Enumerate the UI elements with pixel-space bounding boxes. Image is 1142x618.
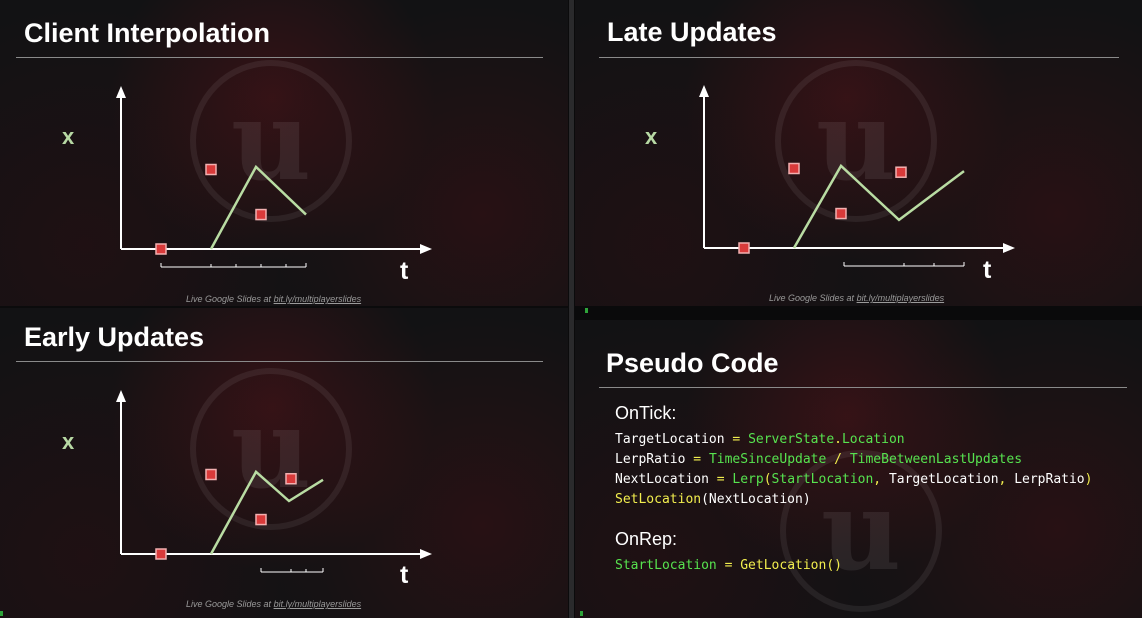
slide-early-updates: u Early Updates x t Live Google Slides a…	[0, 308, 568, 618]
panel-divider-horizontal	[575, 306, 1142, 320]
code-token: (NextLocation)	[701, 492, 811, 507]
code-line: StartLocation = GetLocation()	[615, 556, 842, 576]
slide-pseudo-code: u Pseudo Code OnTick: TargetLocation = S…	[575, 320, 1142, 618]
server-update-marker	[155, 548, 167, 560]
footer-text: Live Google Slides at	[186, 599, 274, 609]
x-axis-arrowhead	[420, 549, 432, 559]
footer-link[interactable]: bit.ly/multiplayerslides	[274, 599, 362, 609]
slide-late-updates: u Late Updates x t Live Google Slides at…	[575, 0, 1142, 306]
server-update-marker	[285, 472, 297, 485]
server-update-marker	[835, 207, 847, 220]
code-token: =	[732, 432, 749, 447]
on-tick-label: OnTick:	[615, 403, 677, 423]
code-token: StartLocation	[615, 558, 725, 573]
corner-marker	[0, 611, 3, 616]
code-token: ,	[873, 472, 889, 487]
on-rep-label: OnRep:	[615, 529, 678, 549]
code-token: .	[834, 432, 842, 447]
server-update-marker	[255, 513, 267, 526]
motion-plot	[116, 390, 432, 573]
server-update-marker	[738, 242, 750, 254]
footer-text: Live Google Slides at	[186, 294, 274, 304]
code-token: Location	[841, 432, 905, 447]
slide-title: Pseudo Code	[606, 348, 779, 378]
code-token: GetLocation()	[740, 558, 842, 573]
code-token: TargetLocation	[615, 432, 733, 447]
motion-plot	[699, 85, 1015, 267]
code-token: (	[763, 472, 772, 487]
footer-link[interactable]: bit.ly/multiplayerslides	[857, 293, 945, 303]
code-token: LerpRatio	[1014, 472, 1085, 487]
panel-divider-vertical	[569, 0, 574, 618]
code-token: SetLocation	[615, 492, 702, 507]
slides-footer: Live Google Slides at bit.ly/multiplayer…	[186, 294, 361, 304]
server-update-marker	[205, 468, 217, 481]
code-line: SetLocation(NextLocation)	[615, 490, 1092, 510]
server-update-marker	[255, 208, 267, 221]
on-tick-code-block: TargetLocation = ServerState.Location Ler…	[615, 430, 1092, 510]
on-rep-code-block: StartLocation = GetLocation()	[615, 556, 842, 576]
server-update-marker	[155, 243, 167, 255]
code-token: LerpRatio	[615, 452, 694, 467]
code-token: StartLocation	[771, 472, 874, 487]
server-update-marker	[205, 163, 217, 176]
interpolated-path-line	[792, 163, 965, 249]
code-token: TimeBetweenLastUpdates	[849, 452, 1023, 467]
interpolated-path-line	[209, 164, 307, 250]
code-line: LerpRatio = TimeSinceUpdate / TimeBetwee…	[615, 450, 1092, 470]
code-token: /	[834, 452, 850, 467]
x-axis-arrowhead	[420, 244, 432, 254]
y-axis-arrowhead	[116, 86, 126, 98]
y-axis-arrowhead	[699, 85, 709, 97]
slide-client-interpolation: u Client Interpolation x t Live Google S…	[0, 0, 568, 306]
code-token: )	[1084, 472, 1093, 487]
code-token: =	[716, 472, 733, 487]
corner-marker	[585, 308, 588, 313]
slides-footer: Live Google Slides at bit.ly/multiplayer…	[186, 599, 361, 609]
footer-text: Live Google Slides at	[769, 293, 857, 303]
code-line: NextLocation = Lerp(StartLocation, Targe…	[615, 470, 1092, 490]
corner-marker	[580, 611, 583, 616]
code-token: ServerState	[748, 432, 835, 447]
code-token: Lerp	[732, 472, 764, 487]
y-axis-arrowhead	[116, 390, 126, 402]
code-line: TargetLocation = ServerState.Location	[615, 430, 1092, 450]
code-token: TimeSinceUpdate	[708, 452, 835, 467]
server-update-marker	[788, 162, 800, 175]
motion-plot	[116, 86, 432, 268]
code-token: ,	[998, 472, 1015, 487]
footer-link[interactable]: bit.ly/multiplayerslides	[274, 294, 362, 304]
x-axis-arrowhead	[1003, 243, 1015, 253]
code-token: NextLocation	[615, 472, 717, 487]
code-token: TargetLocation	[888, 472, 999, 487]
server-update-marker	[895, 166, 907, 178]
slides-footer: Live Google Slides at bit.ly/multiplayer…	[769, 293, 944, 303]
code-token: =	[724, 558, 741, 573]
interpolated-path-line	[209, 469, 324, 555]
title-rule	[599, 387, 1127, 388]
code-token: =	[693, 452, 709, 467]
